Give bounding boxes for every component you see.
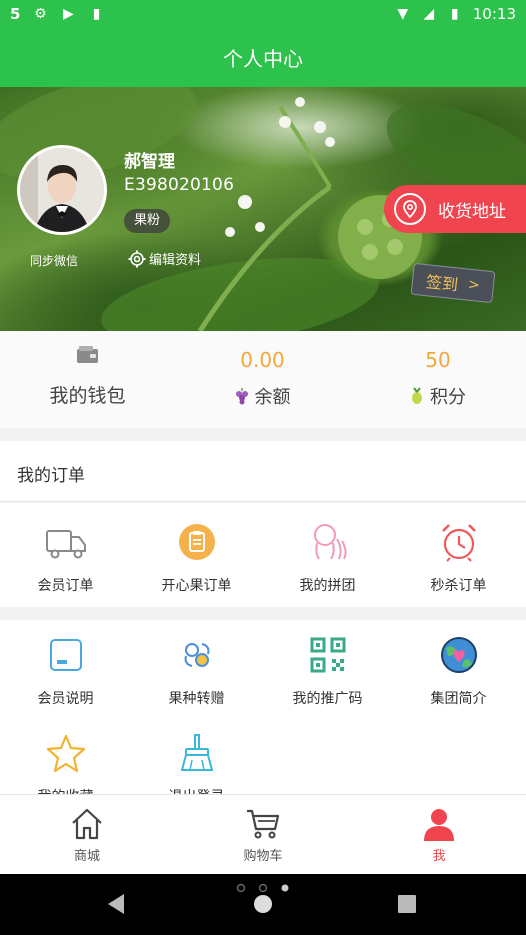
pistachio-orders-label: 开心果订单	[161, 578, 232, 594]
page-indicator	[236, 883, 289, 893]
transfer-icon	[184, 643, 209, 667]
nav-cart[interactable]: 购物车	[203, 807, 323, 864]
status-left-text: 5	[10, 5, 21, 23]
my-wallet-button[interactable]: 我的钱包	[0, 331, 175, 428]
person-icon	[424, 809, 454, 841]
location-pin-icon	[394, 193, 426, 225]
points-label-row: 积分	[350, 383, 526, 409]
home-icon	[72, 808, 102, 840]
member-level-badge: 果粉	[124, 209, 171, 233]
group-intro-item[interactable]: 集团简介	[393, 634, 524, 708]
wifi-icon: ▼	[397, 6, 409, 22]
nav-shop-label: 商城	[73, 849, 100, 864]
home-circle-icon[interactable]	[254, 895, 272, 913]
balance-label-row: 余额	[175, 383, 350, 409]
promo-code-item[interactable]: 我的推广码	[262, 634, 393, 708]
truck-icon	[45, 530, 86, 559]
chevron-right-icon: >	[467, 276, 481, 294]
points-value: 50	[425, 348, 451, 372]
balance-block[interactable]: 0.00 余额	[175, 331, 350, 428]
alarm-clock-icon	[441, 524, 476, 562]
balance-label: 余额	[254, 387, 291, 408]
group-intro-label: 集团简介	[430, 691, 487, 707]
recents-icon[interactable]	[398, 895, 416, 913]
settings-icon: ⚙	[34, 6, 47, 22]
fruit-icon	[412, 387, 422, 404]
group-buy-item[interactable]: 我的拼团	[262, 521, 393, 595]
membership-info-item[interactable]: 会员说明	[0, 634, 131, 708]
user-name: 郝智理	[124, 152, 175, 172]
member-orders-label: 会员订单	[37, 578, 94, 594]
qr-code-icon	[310, 637, 345, 673]
my-orders-title: 我的订单	[17, 466, 85, 486]
user-id: E398020106	[124, 175, 235, 195]
signal-icon: ◢	[423, 6, 435, 22]
system-navigation-bar	[0, 874, 526, 935]
points-block[interactable]: 50 积分	[350, 331, 526, 428]
nav-cart-label: 购物车	[243, 849, 283, 864]
group-icon	[313, 524, 347, 560]
back-icon[interactable]	[108, 894, 124, 914]
flash-sale-orders-label: 秒杀订单	[430, 578, 487, 594]
member-orders-item[interactable]: 会员订单	[0, 521, 131, 595]
edit-profile-label: 编辑资料	[149, 253, 202, 268]
shield-play-icon: ▶	[63, 6, 74, 22]
sd-card-icon: ▮	[92, 6, 101, 22]
logout-label: 退出登录	[131, 786, 262, 794]
seed-transfer-label: 果种转赠	[168, 691, 225, 707]
nav-shop[interactable]: 商城	[27, 807, 147, 864]
points-label: 积分	[430, 387, 466, 408]
avatar[interactable]	[17, 145, 107, 235]
bottom-navigation: 商城 购物车 我	[0, 794, 526, 874]
favorites-item[interactable]: 我的收藏	[0, 732, 131, 794]
sync-wechat-link[interactable]: 同步微信	[30, 252, 78, 269]
orders-grid: 会员订单 开心果订单 我的拼团 秒杀订单	[0, 503, 526, 607]
nav-me-label: 我	[432, 849, 446, 864]
my-orders-header[interactable]: 我的订单	[0, 441, 526, 502]
broom-icon	[180, 734, 213, 771]
clipboard-icon	[178, 524, 215, 560]
pistachio-orders-item[interactable]: 开心果订单	[131, 521, 262, 595]
balance-value: 0.00	[240, 348, 285, 372]
status-bar: 5 ⚙ ▶ ▮ ▼ ◢ ▮ 10:13	[0, 0, 526, 31]
star-icon	[46, 734, 85, 773]
gear-icon	[128, 250, 146, 267]
promo-code-label: 我的推广码	[292, 691, 363, 707]
battery-icon: ▮	[450, 6, 459, 22]
shipping-address-button[interactable]: 收货地址	[384, 185, 526, 233]
cart-icon	[247, 809, 280, 839]
favorites-label: 我的收藏	[0, 786, 131, 794]
status-time: 10:13	[472, 5, 516, 23]
edit-profile-link[interactable]: 编辑资料	[128, 249, 201, 268]
globe-icon	[440, 637, 477, 673]
my-wallet-label: 我的钱包	[49, 385, 126, 407]
wallet-bar: 我的钱包 0.00 余额 50 积分	[0, 331, 526, 428]
group-buy-label: 我的拼团	[299, 578, 356, 594]
card-icon	[49, 639, 82, 671]
wallet-icon	[77, 346, 98, 363]
services-grid: 会员说明 果种转赠 我的推广码 集团简介	[0, 620, 526, 794]
grape-icon	[235, 388, 248, 405]
seed-transfer-item[interactable]: 果种转赠	[131, 634, 262, 708]
shipping-address-label: 收货地址	[438, 201, 506, 222]
avatar-image	[20, 148, 104, 232]
page-title: 个人中心	[0, 31, 526, 87]
nav-me[interactable]: 我	[379, 807, 499, 864]
logout-item[interactable]: 退出登录	[131, 732, 262, 794]
membership-info-label: 会员说明	[37, 691, 94, 707]
checkin-label: 签到	[425, 272, 459, 295]
flash-sale-orders-item[interactable]: 秒杀订单	[393, 521, 524, 595]
profile-header: 郝智理 E398020106 果粉 同步微信 编辑资料 收货地址 签到 >	[0, 87, 526, 331]
